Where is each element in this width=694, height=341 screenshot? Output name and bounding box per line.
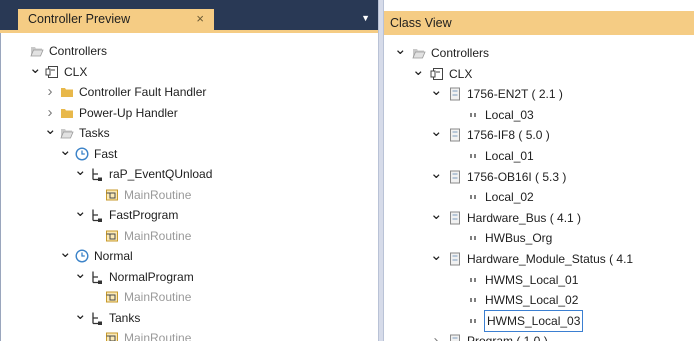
chevron-right-icon[interactable]: › [44, 82, 56, 102]
module-class-icon [448, 334, 462, 341]
module-class-icon [448, 211, 462, 225]
tree-item-label: Program ( 1.0 ) [467, 331, 548, 341]
instance-icon [466, 108, 480, 122]
tree-item-label: CLX [449, 66, 473, 81]
folder-icon [60, 85, 74, 99]
tree-item-label: Controllers [431, 46, 490, 60]
program-icon [90, 167, 104, 181]
controller-preview-pane: Controller Preview × ▼ Controllers ⌄ CLX › C… [0, 0, 378, 341]
tree-item-label: 1756-EN2T ( 2.1 ) [467, 87, 563, 102]
module-class-icon [448, 252, 462, 266]
chevron-right-icon[interactable]: › [430, 331, 442, 341]
controller-icon [45, 65, 59, 79]
chevron-down-icon[interactable]: ⌄ [44, 122, 57, 137]
tree-item-label: HWMS_Local_01 [485, 272, 579, 287]
instance-icon [466, 314, 480, 328]
tab-controller-preview-label: Controller Preview [28, 12, 131, 26]
chevron-down-icon[interactable]: ▼ [361, 13, 370, 23]
module-class-icon [448, 128, 462, 142]
folder-icon [60, 106, 74, 120]
tree-item-label: MainRoutine [124, 331, 192, 341]
module-class-icon [448, 87, 462, 101]
tree-item-label: CLX [64, 64, 88, 79]
tree-item-label: Power-Up Handler [79, 105, 178, 120]
tree-item-label: Fast [94, 146, 118, 161]
tree-item-label: 1756-OB16I ( 5.3 ) [467, 169, 567, 184]
tree-item-label: 1756-IF8 ( 5.0 ) [467, 128, 550, 143]
chevron-down-icon[interactable]: ⌄ [430, 248, 443, 263]
tree-item-label: MainRoutine [124, 290, 192, 304]
chevron-down-icon[interactable]: ⌄ [74, 204, 87, 219]
clock-icon [75, 249, 89, 263]
chevron-down-icon[interactable]: ⌄ [430, 166, 443, 181]
tree-item-label: MainRoutine [124, 228, 192, 243]
chevron-down-icon[interactable]: ⌄ [430, 83, 443, 98]
class-view-pane: Class View ⌄ Controllers ⌄ CLX ⌄ 1756-EN2T ( … [384, 0, 694, 341]
folder-open-icon [60, 126, 74, 140]
tree-item-label: Hardware_Bus ( 4.1 ) [467, 210, 582, 225]
tree-item-label: HWBus_Org [485, 231, 553, 246]
routine-icon [105, 331, 119, 341]
tree-item-label: Local_02 [485, 190, 534, 205]
chevron-down-icon[interactable]: ⌄ [430, 124, 443, 139]
instance-icon [466, 149, 480, 163]
program-icon [90, 311, 104, 325]
tab-controller-preview[interactable]: Controller Preview × [18, 9, 214, 30]
instance-icon [466, 190, 480, 204]
tree-item-label: NormalProgram [109, 269, 194, 284]
module-class-icon [448, 170, 462, 184]
instance-icon [466, 293, 480, 307]
chevron-down-icon[interactable]: ⌄ [59, 245, 72, 260]
folder-open-icon [412, 46, 426, 60]
chevron-down-icon[interactable]: ⌄ [59, 143, 72, 158]
tree-item-label: Hardware_Module_Status ( 4.1 [467, 252, 634, 266]
controller-icon [430, 67, 444, 81]
tree-item-label: Local_01 [485, 149, 534, 163]
tree-item-label: HWMS_Local_02 [485, 293, 579, 308]
tab-underline [0, 30, 378, 33]
clock-icon [75, 146, 89, 161]
program-icon [90, 208, 104, 222]
close-icon[interactable]: × [196, 11, 204, 26]
program-icon [90, 270, 104, 284]
left-tab-strip: Controller Preview × ▼ [0, 0, 378, 30]
chevron-down-icon[interactable]: ⌄ [29, 61, 42, 76]
tree-item-label: raP_EventQUnload [109, 167, 213, 181]
routine-icon [105, 229, 119, 243]
folder-open-icon [30, 44, 44, 58]
tree-item-label: MainRoutine [124, 187, 192, 202]
tree-item-label: FastProgram [109, 208, 179, 222]
chevron-right-icon[interactable]: › [44, 103, 56, 123]
tree-item-label: Controllers [49, 44, 108, 58]
chevron-down-icon[interactable]: ⌄ [412, 63, 425, 78]
chevron-down-icon[interactable]: ⌄ [74, 163, 87, 178]
class-view-title: Class View [384, 11, 694, 35]
routine-icon [105, 290, 119, 304]
chevron-down-icon[interactable]: ⌄ [74, 307, 87, 322]
tree-item-label: Tanks [109, 310, 141, 325]
instance-icon [466, 273, 480, 287]
tree-item-label: Tasks [79, 126, 110, 140]
tree-item-label: HWMS_Local_03 [483, 309, 584, 332]
right-tab-strip [384, 0, 694, 11]
tree-item-label: Controller Fault Handler [79, 85, 207, 99]
chevron-down-icon[interactable]: ⌄ [74, 266, 87, 281]
pane-border [0, 33, 1, 341]
routine-icon [105, 188, 119, 202]
tree-item-label: Local_03 [485, 107, 534, 122]
chevron-down-icon[interactable]: ⌄ [394, 42, 407, 57]
tree-item-label: Normal [94, 249, 133, 263]
chevron-down-icon[interactable]: ⌄ [430, 207, 443, 222]
instance-icon [466, 231, 480, 245]
